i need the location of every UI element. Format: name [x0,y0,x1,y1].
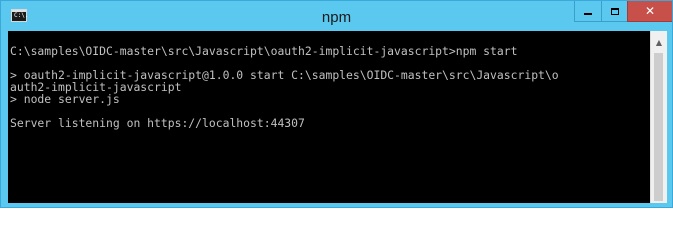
close-icon: ✕ [644,4,656,18]
window-controls: ✕ [574,1,672,22]
minimize-icon [584,13,592,15]
console-line: C:\samples\OIDC-master\src\Javascript\oa… [10,44,518,58]
scroll-thumb[interactable] [654,53,663,201]
maximize-icon [610,7,619,15]
window-title: npm [321,9,352,26]
console-window: C:\. npm ✕ C:\samples\OIDC-master\src\Ja… [0,0,673,208]
vertical-scrollbar[interactable]: ▲ [650,31,667,203]
console-output[interactable]: C:\samples\OIDC-master\src\Javascript\oa… [8,31,650,203]
maximize-button[interactable] [601,1,627,22]
title-bar[interactable]: C:\. npm ✕ [1,1,672,31]
close-button[interactable]: ✕ [627,1,672,22]
chevron-up-icon: ▲ [655,37,663,47]
console-line: > node server.js [10,92,120,106]
minimize-button[interactable] [574,1,601,22]
console-line: Server listening on https://localhost:44… [10,116,305,130]
scroll-up-button[interactable]: ▲ [651,34,667,50]
